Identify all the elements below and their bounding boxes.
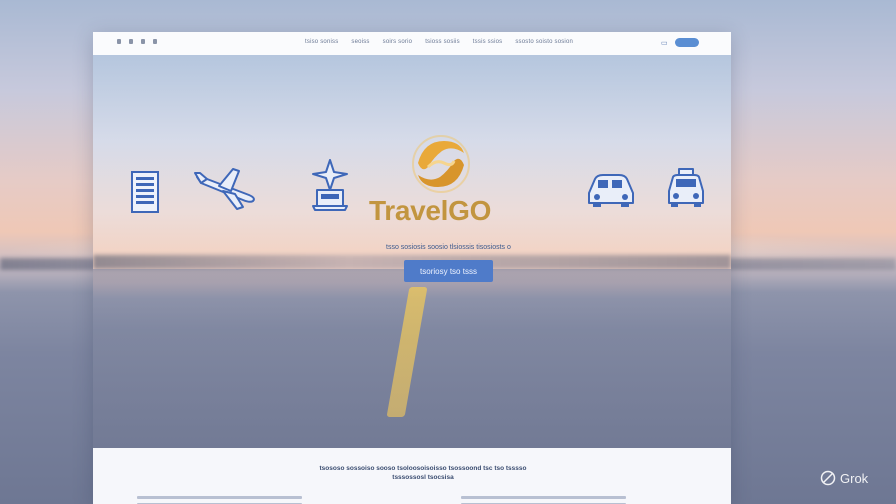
text-column-right [461, 496, 626, 504]
window-control-dot[interactable] [153, 39, 157, 44]
top-navigation-bar: tsiso soniss seoiss soirs sorio tsioss s… [93, 32, 731, 56]
brand-name: TravelGO [369, 195, 492, 226]
text-column-left [137, 496, 302, 504]
cta-button[interactable]: tsoriosy tso tsss [404, 260, 493, 282]
car-icon[interactable] [585, 171, 637, 209]
main-nav: tsiso soniss seoiss soirs sorio tsioss s… [305, 39, 573, 45]
nav-item[interactable]: tsioss sosiis [425, 39, 460, 45]
window-control-dot[interactable] [117, 39, 121, 44]
text-line [137, 496, 302, 499]
text-line [461, 496, 626, 499]
airplane-icon[interactable] [193, 165, 259, 213]
nav-item[interactable]: tsiso soniss [305, 39, 338, 45]
airport-tower-icon[interactable] [309, 158, 351, 212]
grok-watermark: Grok [820, 470, 868, 486]
account-icon[interactable]: ▭ [661, 39, 668, 47]
window-control-dot[interactable] [141, 39, 145, 44]
section-title: tsososo sossoiso sooso tsoloosoisoisso t… [319, 465, 527, 481]
travelgo-logo-icon [412, 135, 470, 193]
taxi-icon[interactable] [665, 167, 707, 209]
hotel-icon[interactable] [130, 170, 160, 214]
header-actions: ▭ [661, 38, 699, 47]
hero-tagline: tsso sosiosis soosio tlsiossis tisosiost… [386, 244, 511, 251]
window-controls [117, 39, 157, 44]
watermark-label: Grok [840, 470, 869, 486]
nav-item[interactable]: tssis ssios [473, 39, 503, 45]
nav-item[interactable]: seoiss [351, 39, 369, 45]
nav-item[interactable]: soirs sorio [383, 39, 413, 45]
login-toggle[interactable] [674, 38, 699, 47]
window-control-dot[interactable] [129, 39, 133, 44]
nav-item[interactable]: ssosto soisto sosion [515, 39, 573, 45]
content-section: tsososo sossoiso sooso tsoloosoisoisso t… [93, 448, 731, 504]
hero-section: TravelGO tsso sosiosis soosio tlsiossis … [93, 55, 731, 448]
browser-window: tsiso soniss seoiss soirs sorio tsioss s… [93, 32, 731, 504]
grok-logo-icon [820, 470, 836, 486]
